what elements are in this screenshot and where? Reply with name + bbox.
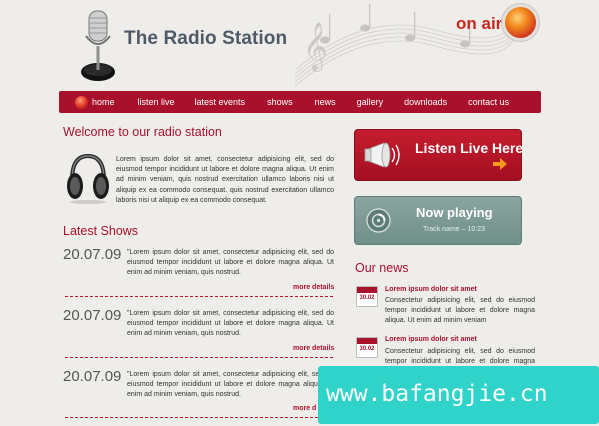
svg-text:𝄞: 𝄞	[303, 21, 328, 72]
show-description: "Lorem ipsum dolor sit amet, consectetur…	[127, 310, 334, 338]
news-headline[interactable]: Lorem ipsum dolor sit amet	[385, 336, 477, 343]
calendar-icon: 30.02	[356, 286, 378, 307]
welcome-heading: Welcome to our radio station	[63, 125, 222, 139]
headphones-icon	[67, 153, 109, 204]
show-date: 20.07.09	[63, 368, 122, 385]
our-news-heading: Our news	[355, 261, 409, 275]
more-details-link[interactable]: more details	[293, 284, 334, 291]
show-date: 20.07.09	[63, 246, 122, 263]
show-date: 20.07.09	[63, 307, 122, 324]
calendar-date: 30.02	[359, 295, 375, 301]
nav-item-downloads[interactable]: downloads	[404, 97, 447, 107]
divider	[65, 357, 333, 358]
divider	[65, 417, 333, 418]
divider	[65, 296, 333, 297]
calendar-date: 30.02	[359, 346, 375, 352]
nav-item-news[interactable]: news	[315, 97, 336, 107]
latest-shows-heading: Latest Shows	[63, 224, 139, 238]
now-playing-label: Now playing	[416, 205, 493, 220]
more-details-link[interactable]: more details	[293, 345, 334, 352]
show-description: "Lorem ipsum dolor sit amet, consectetur…	[127, 249, 334, 277]
now-playing-track: Track name – 10:23	[423, 226, 485, 233]
microphone-icon	[81, 10, 115, 81]
show-description: "Lorem ipsum dolor sit amet, consectetur…	[127, 371, 334, 399]
more-details-link[interactable]: more d	[293, 405, 316, 412]
nav-item-gallery[interactable]: gallery	[357, 97, 384, 107]
on-air-label: on air	[456, 14, 503, 33]
welcome-text: Lorem ipsum dolor sit amet, consectetur …	[116, 156, 334, 204]
main-nav: home listen live latest events shows new…	[59, 91, 541, 113]
home-icon[interactable]	[75, 95, 88, 109]
watermark-text: www.bafangjie.cn	[326, 381, 548, 407]
nav-item-home[interactable]: home	[92, 97, 115, 107]
calendar-icon: 30.02	[356, 337, 378, 358]
nav-item-listen-live[interactable]: listen live	[138, 97, 175, 107]
arrow-right-icon	[493, 158, 507, 170]
listen-live-label: Listen Live Here	[415, 140, 524, 156]
disc-icon	[366, 208, 391, 233]
site-title: The Radio Station	[124, 28, 288, 49]
nav-item-latest-events[interactable]: latest events	[195, 97, 246, 107]
megaphone-icon	[364, 142, 400, 168]
nav-item-contact-us[interactable]: contact us	[468, 97, 509, 107]
news-text: Consectetur adipisicing elit, sed do eiu…	[385, 297, 535, 324]
news-headline[interactable]: Lorem ipsum dolor sit amet	[385, 286, 477, 293]
nav-item-shows[interactable]: shows	[267, 97, 293, 107]
on-air-lamp-icon	[505, 7, 536, 38]
